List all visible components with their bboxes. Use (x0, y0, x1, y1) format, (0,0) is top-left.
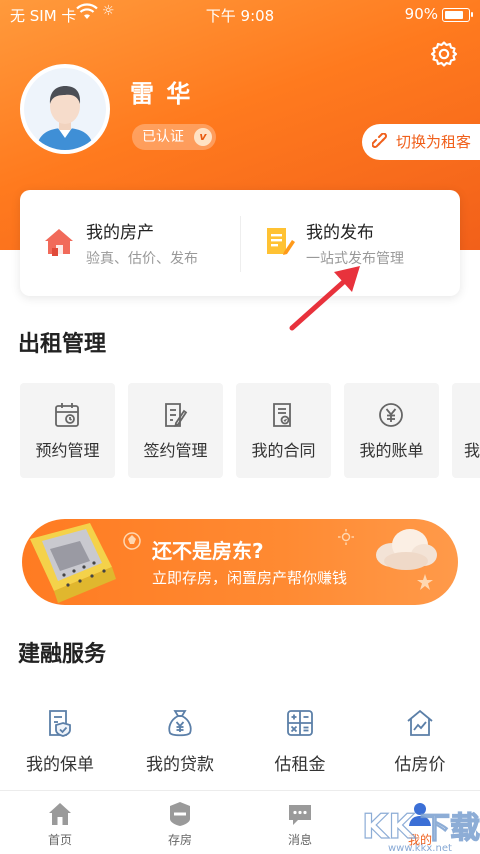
more-tile-label: 我 (464, 441, 480, 460)
sofa-illustration-icon (30, 523, 116, 603)
my-contract-label: 我的合同 (251, 441, 316, 460)
money-bag-icon (168, 710, 192, 737)
my-policy-label: 我的保单 (26, 755, 94, 775)
signing-management-label: 签约管理 (143, 441, 208, 460)
switch-link-icon (372, 133, 387, 148)
switch-to-tenant-button[interactable]: 切换为租客 (362, 124, 480, 160)
verified-badge: 已认证 v (132, 124, 216, 150)
svg-text:KK: KK (362, 807, 416, 847)
tab-messages-label: 消息 (287, 833, 312, 847)
settings-gear-icon[interactable] (430, 40, 458, 68)
estimate-rent-label: 估租金 (274, 755, 326, 775)
deposit-icon (170, 802, 190, 826)
verified-label: 已认证 (142, 129, 184, 145)
switch-button-label: 切换为租客 (396, 133, 472, 151)
tab-home[interactable]: 首页 (0, 791, 120, 854)
my-property-entry[interactable]: 我的房产 验真、估价、发布 (20, 190, 240, 296)
rental-management-grid: 预约管理 签约管理 我的合同 我的账单 我 (20, 383, 480, 478)
user-name: 雷 华 (130, 80, 193, 108)
quick-access-card: 我的房产 验真、估价、发布 我的发布 一站式发布管理 (20, 190, 460, 296)
tab-deposit-label: 存房 (167, 833, 192, 847)
banner-title: 还不是房东? (152, 539, 264, 563)
my-loan-label: 我的贷款 (146, 755, 214, 775)
my-contract-tile[interactable]: 我的合同 (236, 383, 331, 478)
kkx-watermark-logo: KK 下载 www.kkx.net (361, 806, 480, 854)
message-icon (289, 805, 311, 825)
services-grid: 我的保单 我的贷款 估租金 估房价 (0, 700, 480, 780)
status-bar: 无 SIM 卡 ☼ 下午 9:08 90% (0, 0, 480, 28)
estimate-price-label: 估房价 (394, 755, 446, 775)
avatar[interactable] (20, 64, 110, 154)
home-icon (49, 803, 71, 825)
more-tile[interactable]: 我 (452, 383, 480, 478)
appointment-management-label: 预约管理 (35, 441, 100, 460)
my-bill-tile[interactable]: 我的账单 (344, 383, 439, 478)
svg-text:www.kkx.net: www.kkx.net (388, 843, 452, 854)
estimate-rent-item[interactable]: 估租金 (240, 700, 360, 780)
rental-management-title: 出租管理 (18, 332, 107, 357)
house-chart-icon (407, 709, 433, 736)
contract-icon (273, 403, 291, 427)
house-icon (45, 229, 73, 256)
banner-subtitle: 立即存房，闲置房产帮你赚钱 (152, 569, 348, 587)
tab-deposit[interactable]: 存房 (120, 791, 240, 854)
estimate-price-item[interactable]: 估房价 (360, 700, 480, 780)
tab-home-label: 首页 (47, 833, 72, 847)
battery-percentage: 90% (404, 5, 438, 23)
my-bill-label: 我的账单 (359, 441, 424, 460)
cloud-decoration-icon (376, 529, 437, 570)
annotation-arrow-icon (289, 266, 360, 331)
yen-icon (379, 403, 403, 427)
my-loan-item[interactable]: 我的贷款 (120, 700, 240, 780)
become-landlord-banner[interactable]: 还不是房东? 立即存房，闲置房产帮你赚钱 (22, 519, 458, 605)
tab-messages[interactable]: 消息 (240, 791, 360, 854)
calendar-icon (55, 403, 79, 427)
signing-management-tile[interactable]: 签约管理 (128, 383, 223, 478)
verified-v-icon: v (194, 128, 212, 146)
policy-shield-icon (49, 710, 71, 737)
battery-icon (442, 8, 473, 22)
svg-text:下载: 下载 (420, 811, 480, 846)
sun-decoration-icon (338, 529, 354, 545)
appointment-management-tile[interactable]: 预约管理 (20, 383, 115, 478)
publish-document-icon (267, 228, 295, 255)
services-section-title: 建融服务 (18, 642, 107, 667)
default-avatar-icon (24, 68, 106, 150)
my-property-title: 我的房产 (86, 223, 154, 243)
ball-decoration-icon (123, 532, 141, 550)
my-property-subtitle: 验真、估价、发布 (86, 251, 198, 267)
star-decoration-icon (417, 574, 433, 590)
my-publish-title: 我的发布 (306, 223, 374, 243)
sign-document-icon (165, 403, 188, 427)
calculator-icon (287, 710, 313, 736)
my-policy-item[interactable]: 我的保单 (0, 700, 120, 780)
